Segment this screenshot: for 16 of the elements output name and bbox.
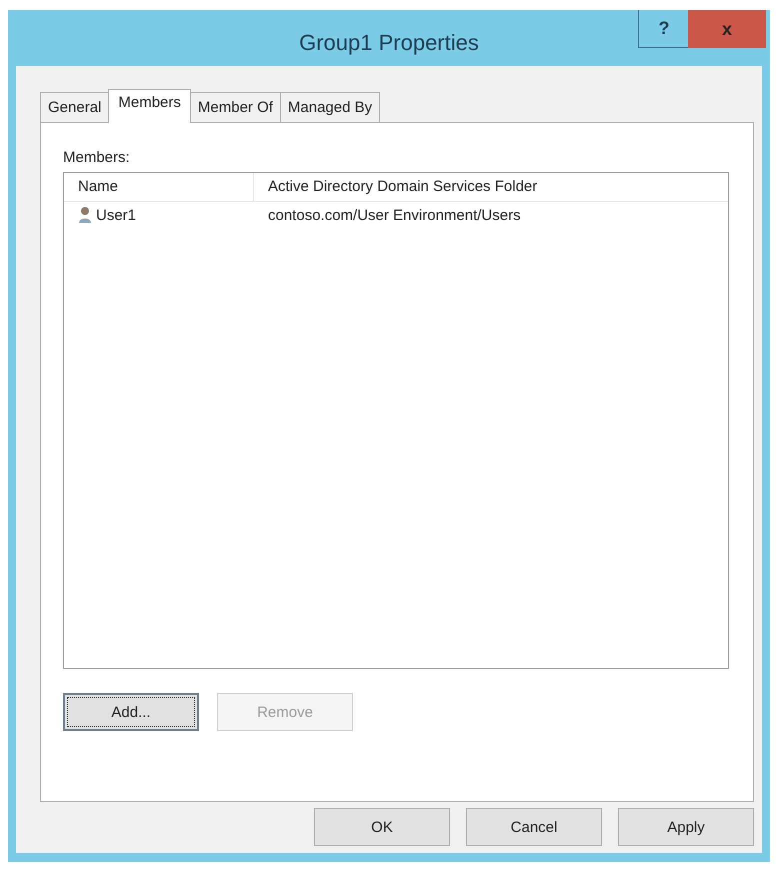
table-cell: User1 <box>96 206 136 224</box>
cancel-button[interactable]: Cancel <box>466 808 602 846</box>
tab[interactable]: Managed By <box>280 92 380 122</box>
tab[interactable]: Members <box>108 89 191 123</box>
members-label: Members: <box>63 149 130 166</box>
column-header[interactable]: Active Directory Domain Services Folder <box>254 173 538 201</box>
add-button[interactable]: Add... <box>63 693 199 731</box>
help-button[interactable]: ? <box>638 10 690 48</box>
ok-button[interactable]: OK <box>314 808 450 846</box>
tab[interactable]: General <box>40 92 110 122</box>
apply-button[interactable]: Apply <box>618 808 754 846</box>
table-cell-text: contoso.com/User Environment/Users <box>267 206 521 224</box>
column-header[interactable]: Name <box>64 173 254 201</box>
user-icon <box>78 206 92 224</box>
window-title: Group1 Properties <box>299 29 479 56</box>
close-button[interactable]: x <box>688 10 766 48</box>
